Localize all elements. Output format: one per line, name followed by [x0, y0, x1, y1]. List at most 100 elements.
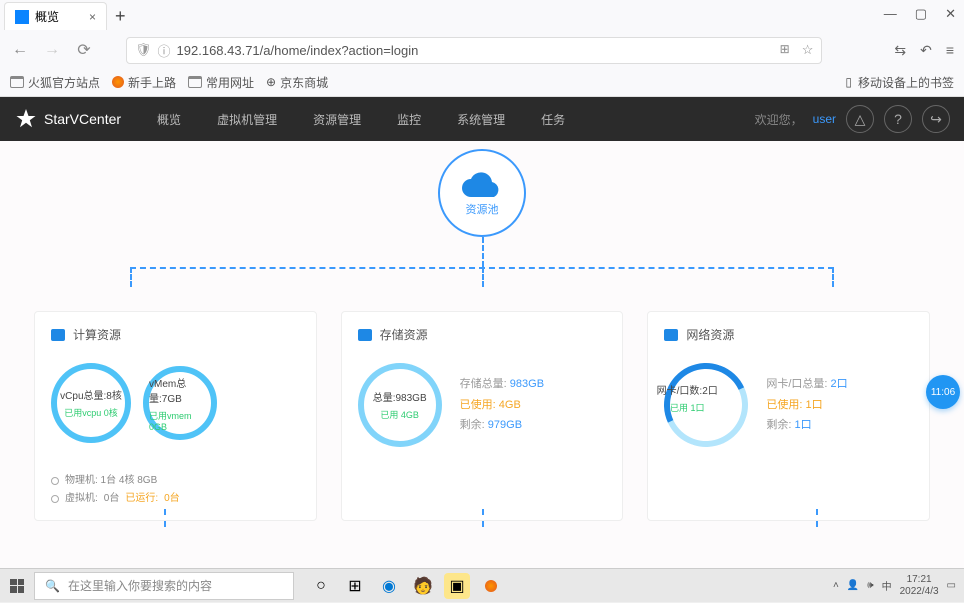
help-icon[interactable]: ? — [884, 105, 912, 133]
url-actions: ⊞ ☆ — [780, 42, 814, 58]
window-controls: — ▢ ✕ — [884, 6, 956, 22]
taskbar: 🔍 在这里输入你要搜索的内容 ○ ⊞ ◉ 🧑 ▣ ˄ 👤 🕪 中 17:21 2… — [0, 568, 964, 602]
app-icon[interactable]: 🧑 — [410, 573, 436, 599]
star-icon — [14, 107, 38, 131]
new-tab-button[interactable]: + — [115, 6, 126, 27]
connector — [482, 509, 484, 527]
connector — [832, 267, 834, 287]
folder-icon — [10, 76, 24, 88]
windows-icon — [10, 579, 24, 593]
bookmark-item[interactable]: ⊕京东商城 — [266, 74, 328, 91]
bookmark-star-icon[interactable]: ☆ — [802, 42, 814, 58]
connector — [164, 509, 166, 527]
browser-tab[interactable]: 概览 × — [4, 2, 107, 30]
bookmarks-bar: 火狐官方站点 新手上路 常用网址 ⊕京东商城 ▯移动设备上的书签 — [0, 68, 964, 96]
header-right: 欢迎您， user △ ? ↪ — [755, 105, 950, 133]
cortana-icon[interactable]: ○ — [308, 573, 334, 599]
alert-icon[interactable]: △ — [846, 105, 874, 133]
card-title: 存储资源 — [380, 326, 428, 343]
tray-up-icon[interactable]: ˄ — [833, 580, 839, 591]
tray-net-icon[interactable]: 🕪 — [867, 580, 873, 591]
app-logo[interactable]: StarVCenter — [14, 107, 121, 131]
firefox-icon[interactable] — [478, 573, 504, 599]
folder-icon — [188, 76, 202, 88]
time-badge[interactable]: 11:06 — [926, 375, 960, 409]
logout-icon[interactable]: ↪ — [922, 105, 950, 133]
forward-button[interactable]: → — [42, 41, 62, 59]
memory-donut: vMem总量:7GB 已用vmem 0GB — [143, 366, 217, 440]
dot-icon — [51, 495, 59, 503]
connector — [816, 509, 818, 527]
edge-icon[interactable]: ◉ — [376, 573, 402, 599]
close-window-icon[interactable]: ✕ — [945, 6, 956, 22]
network-donut: 网卡/口数:2口 已用 1口 — [653, 351, 761, 459]
bookmark-item[interactable]: 常用网址 — [188, 74, 254, 91]
ext-download-icon[interactable]: ⇆ — [894, 42, 906, 59]
taskbar-search[interactable]: 🔍 在这里输入你要搜索的内容 — [34, 572, 294, 600]
search-icon: 🔍 — [45, 579, 60, 593]
bookmark-mobile[interactable]: ▯移动设备上的书签 — [845, 74, 954, 91]
address-bar: ← → ⟳ 🛡 ⓘ ⊞ ☆ ⇆ ↶ ≡ — [0, 32, 964, 68]
pool-label: 资源池 — [466, 201, 499, 217]
mobile-icon: ▯ — [845, 75, 852, 89]
nav-vm[interactable]: 虚拟机管理 — [217, 111, 277, 128]
connector — [482, 237, 484, 267]
nav-task[interactable]: 任务 — [541, 111, 565, 128]
taskview-icon[interactable]: ⊞ — [342, 573, 368, 599]
tab-bar: 概览 × + — ▢ ✕ — [0, 0, 964, 32]
network-card: 网络资源 网卡/口数:2口 已用 1口 网卡/口总量: 2口 已使用: 1口 剩… — [647, 311, 930, 521]
tab-title: 概览 — [35, 8, 59, 25]
reload-button[interactable]: ⟳ — [74, 40, 94, 60]
card-title: 计算资源 — [73, 326, 121, 343]
menu-icon[interactable]: ≡ — [946, 42, 954, 59]
nav-system[interactable]: 系统管理 — [457, 111, 505, 128]
card-title: 网络资源 — [686, 326, 734, 343]
brand-name: StarVCenter — [44, 111, 121, 127]
vm-icon[interactable]: ▣ — [444, 573, 470, 599]
notifications-icon[interactable]: ▭ — [947, 580, 956, 591]
back-button[interactable]: ← — [10, 41, 30, 59]
user-link[interactable]: user — [813, 112, 836, 126]
maximize-icon[interactable]: ▢ — [915, 6, 927, 22]
cpu-donut: vCpu总量:8核 已用vcpu 0核 — [51, 363, 131, 443]
connector — [482, 267, 484, 287]
system-tray: ˄ 👤 🕪 中 17:21 2022/4/3 ▭ — [833, 574, 964, 598]
globe-icon: ⊕ — [266, 75, 276, 89]
url-field[interactable]: 🛡 ⓘ ⊞ ☆ — [126, 37, 822, 64]
compute-card: 计算资源 vCpu总量:8核 已用vcpu 0核 vMem总量:7GB 已用vm… — [34, 311, 317, 521]
dot-icon — [51, 477, 59, 485]
storage-icon — [358, 329, 372, 341]
tab-close-icon[interactable]: × — [89, 10, 96, 24]
browser-chrome: 概览 × + — ▢ ✕ ← → ⟳ 🛡 ⓘ ⊞ ☆ ⇆ ↶ ≡ 火狐官方站点 — [0, 0, 964, 97]
clock[interactable]: 17:21 2022/4/3 — [900, 574, 939, 598]
nav-monitor[interactable]: 监控 — [397, 111, 421, 128]
lock-icon: ⓘ — [158, 41, 171, 60]
storage-card: 存储资源 总量:983GB 已用 4GB 存储总量: 983GB 已使用: 4G… — [341, 311, 624, 521]
ext-history-icon[interactable]: ↶ — [920, 42, 932, 59]
taskbar-apps: ○ ⊞ ◉ 🧑 ▣ — [308, 573, 504, 599]
network-stats: 网卡/口总量: 2口 已使用: 1口 剩余: 1口 — [766, 374, 847, 437]
connector — [130, 267, 132, 287]
cloud-icon — [462, 169, 502, 197]
tray-ime-icon[interactable]: 中 — [882, 578, 892, 593]
tab-favicon — [15, 10, 29, 24]
resource-cards: 计算资源 vCpu总量:8核 已用vcpu 0核 vMem总量:7GB 已用vm… — [34, 311, 930, 521]
nav-menu: 概览 虚拟机管理 资源管理 监控 系统管理 任务 — [157, 111, 565, 128]
firefox-icon — [112, 76, 124, 88]
shield-icon: 🛡 — [135, 42, 152, 58]
qr-icon[interactable]: ⊞ — [780, 42, 790, 58]
nav-resource[interactable]: 资源管理 — [313, 111, 361, 128]
bookmark-item[interactable]: 新手上路 — [112, 74, 176, 91]
app-header: StarVCenter 概览 虚拟机管理 资源管理 监控 系统管理 任务 欢迎您… — [0, 97, 964, 141]
tray-people-icon[interactable]: 👤 — [847, 580, 859, 591]
start-button[interactable] — [0, 569, 34, 603]
minimize-icon[interactable]: — — [884, 6, 897, 22]
resource-pool-node[interactable]: 资源池 — [438, 149, 526, 237]
search-placeholder: 在这里输入你要搜索的内容 — [68, 577, 212, 594]
compute-icon — [51, 329, 65, 341]
welcome-text: 欢迎您， — [755, 111, 803, 128]
bookmark-item[interactable]: 火狐官方站点 — [10, 74, 100, 91]
url-input[interactable] — [177, 43, 780, 58]
nav-overview[interactable]: 概览 — [157, 111, 181, 128]
dashboard-content: 资源池 计算资源 vCpu总量:8核 已用vcpu 0核 vMem总量:7GB … — [0, 141, 964, 601]
